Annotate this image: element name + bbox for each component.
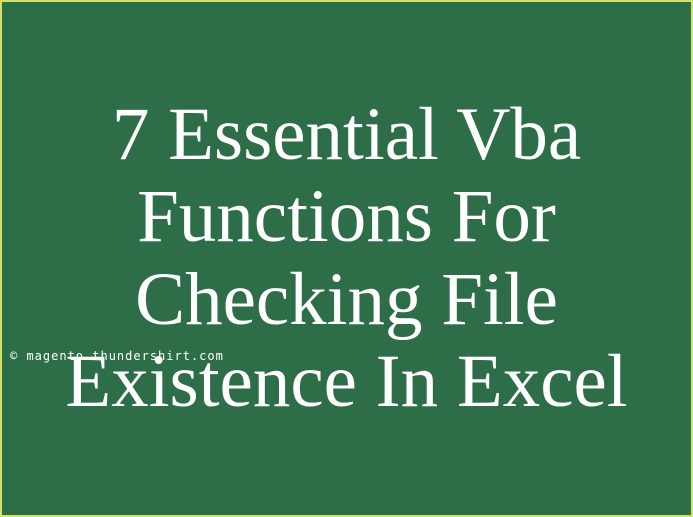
main-title: 7 Essential Vba Functions For Checking F… xyxy=(2,84,691,434)
watermark-text: © magento.thundershirt.com xyxy=(10,349,224,363)
